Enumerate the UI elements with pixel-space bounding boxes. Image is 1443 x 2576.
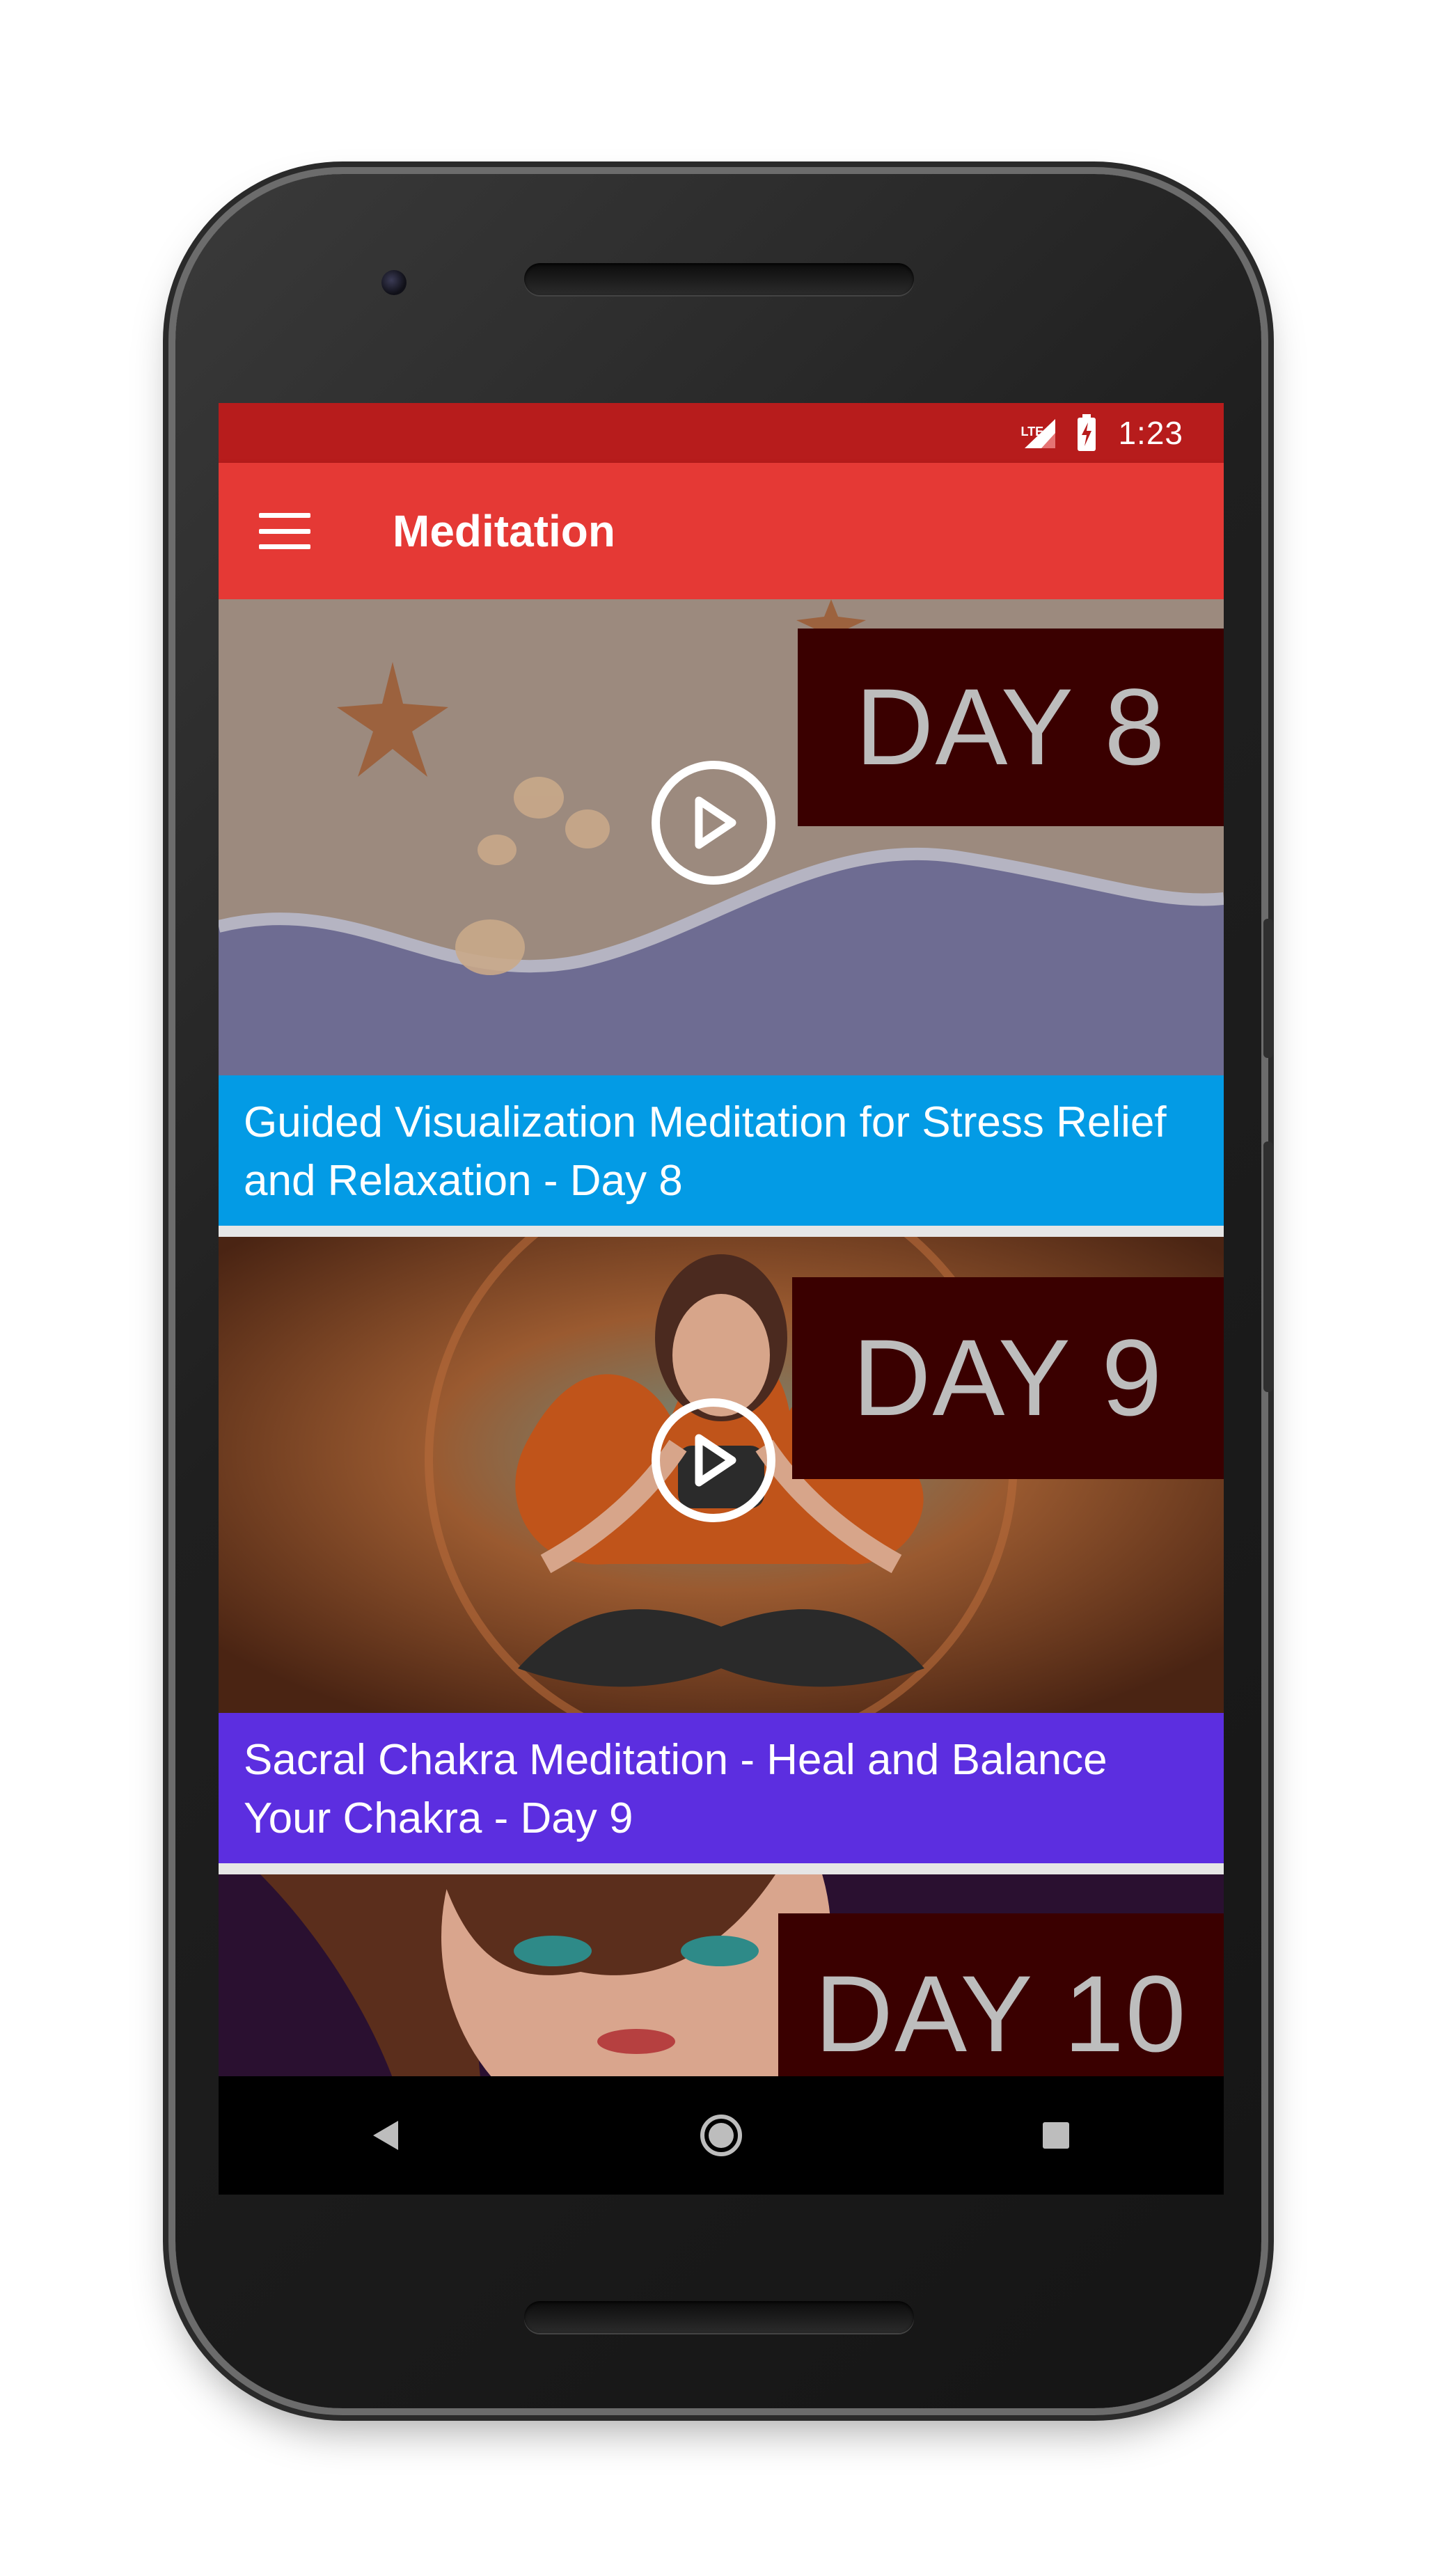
phone-screen: LTE 1:23 Meditation DAY 8 Guided Visuali… (219, 403, 1224, 2195)
power-button (1263, 919, 1273, 1058)
top-speaker (524, 263, 914, 295)
front-camera (381, 270, 407, 295)
play-circle-icon[interactable] (652, 761, 775, 885)
play-circle-icon[interactable] (652, 1398, 775, 1522)
video-thumbnail[interactable]: DAY 9 (219, 1237, 1224, 1713)
hamburger-menu-icon[interactable] (259, 513, 310, 549)
day-badge: DAY 8 (798, 629, 1224, 826)
recents-square-icon[interactable] (1014, 2094, 1098, 2177)
network-type-label: LTE (1020, 425, 1044, 438)
battery-charging-icon (1076, 414, 1097, 452)
video-feed[interactable]: DAY 8 Guided Visualization Meditation fo… (219, 599, 1224, 2195)
app-bar: Meditation (219, 463, 1224, 599)
back-triangle-icon[interactable] (345, 2094, 428, 2177)
lte-signal-icon: LTE (1020, 415, 1058, 451)
status-time: 1:23 (1118, 415, 1183, 451)
video-title[interactable]: Sacral Chakra Meditation - Heal and Bala… (219, 1713, 1224, 1863)
bottom-speaker (524, 2301, 914, 2333)
video-card[interactable]: DAY 9 Sacral Chakra Meditation - Heal an… (219, 1237, 1224, 1863)
video-card[interactable]: DAY 8 Guided Visualization Meditation fo… (219, 599, 1224, 1226)
status-bar: LTE 1:23 (219, 403, 1224, 463)
video-title[interactable]: Guided Visualization Meditation for Stre… (219, 1075, 1224, 1226)
volume-button (1263, 1141, 1273, 1392)
home-circle-icon[interactable] (679, 2094, 763, 2177)
video-thumbnail[interactable]: DAY 8 (219, 599, 1224, 1075)
navigation-bar (219, 2076, 1224, 2195)
day-badge: DAY 9 (792, 1277, 1224, 1479)
page-title: Meditation (393, 506, 615, 556)
